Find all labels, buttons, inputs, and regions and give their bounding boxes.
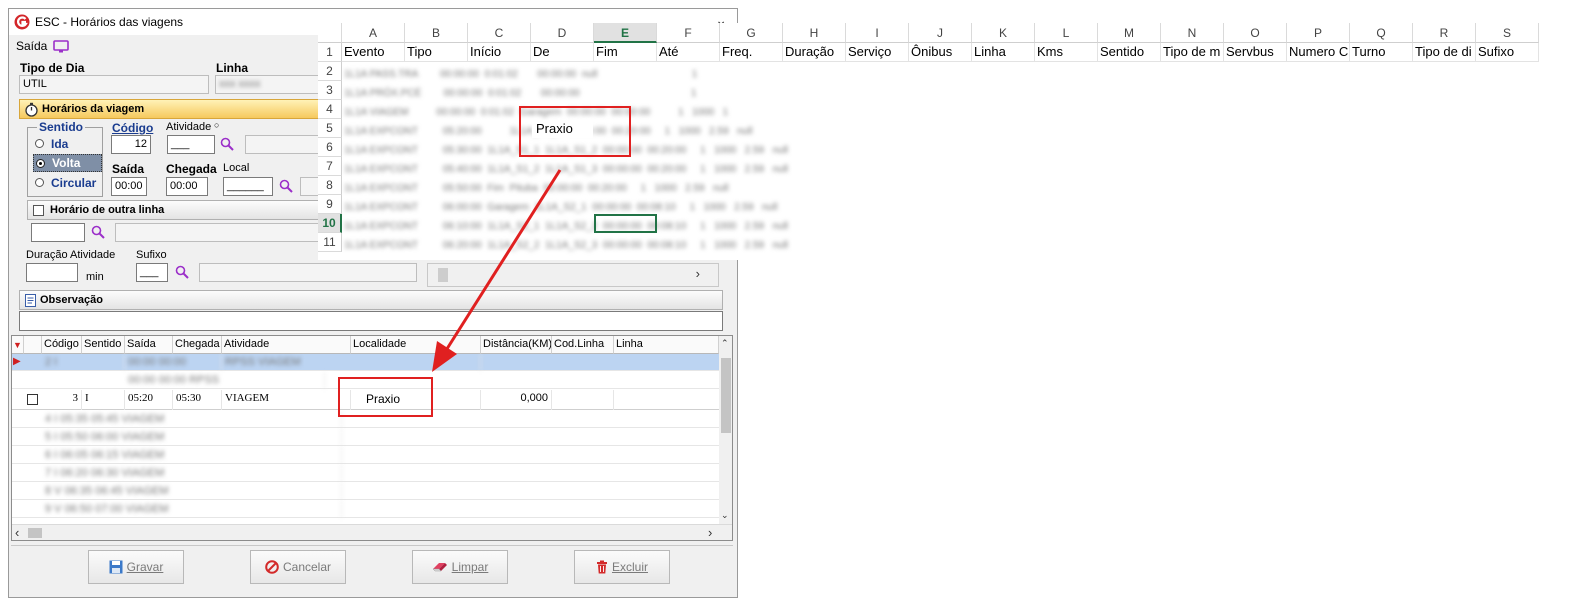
- red-arrow-icon: [432, 169, 562, 372]
